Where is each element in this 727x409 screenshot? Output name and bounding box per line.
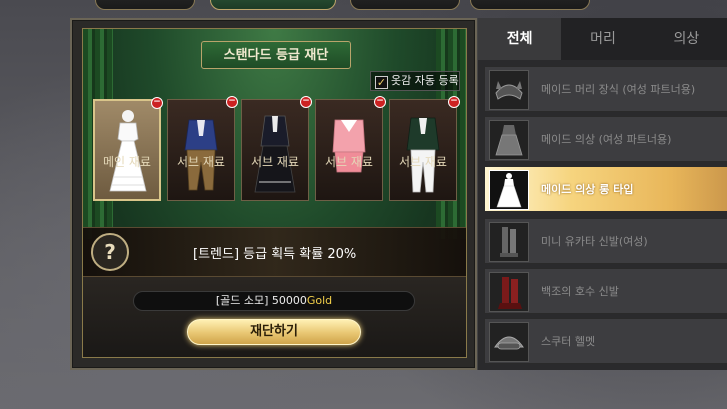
list-item[interactable]: 스쿠터 헬멧 [484, 318, 727, 364]
top-tab-1[interactable] [95, 0, 195, 10]
tab-costume[interactable]: 의상 [644, 18, 727, 60]
material-slot-sub-4[interactable]: − [389, 96, 460, 201]
list-item-name: 메이드 머리 장식 (여성 파트너용) [541, 83, 696, 96]
black-formal-dress-icon [254, 115, 296, 193]
tailoring-panel: 스탠다드 등급 재단 ✓ 옷감 자동 등록 − − − − − 메인 재료 서브… [70, 18, 477, 370]
swan-lake-shoes-icon [489, 272, 529, 312]
material-slot-sub-1[interactable]: − [167, 96, 238, 201]
list-item[interactable]: 미니 유카타 신발(여성) [484, 218, 727, 264]
top-tab-3[interactable] [350, 0, 460, 10]
item-list-panel: 전체 머리 의상 메이드 머리 장식 (여성 파트너용) 메이드 의상 (여성 … [477, 18, 727, 370]
green-suit-outfit-icon [406, 117, 440, 193]
list-item[interactable]: 백조의 호수 신발 [484, 268, 727, 314]
remove-icon[interactable]: − [300, 96, 312, 108]
grade-probability-bar: ? [트렌드] 등급 획득 확률 20% [83, 227, 466, 277]
maid-long-dress-icon [489, 170, 529, 210]
list-item[interactable]: 메이드 의상 (여성 파트너용) [484, 116, 727, 162]
list-item-name: 메이드 의상 롱 타입 [541, 183, 634, 196]
panel-title: 스탠다드 등급 재단 [201, 41, 351, 69]
slot-label-sub-1: 서브 재료 [177, 155, 225, 169]
gold-cost-display: [골드 소모] 50000Gold [133, 291, 415, 311]
cost-area: [골드 소모] 50000Gold 재단하기 [83, 277, 466, 357]
top-tab-2[interactable] [210, 0, 336, 10]
auto-register-label: 옷감 자동 등록 [391, 74, 459, 87]
material-slots: − − − − − [91, 96, 461, 204]
remove-icon[interactable]: − [151, 97, 163, 109]
auto-register-toggle[interactable]: ✓ 옷감 자동 등록 [370, 71, 460, 91]
slot-label-sub-4: 서브 재료 [399, 155, 447, 169]
maid-dress-white-icon [109, 110, 147, 192]
list-item-name: 백조의 호수 신발 [541, 285, 619, 298]
tab-head[interactable]: 머리 [561, 18, 645, 60]
gold-cost-label: [골드 소모] 50000 [215, 294, 307, 307]
tab-all[interactable]: 전체 [478, 18, 562, 60]
maid-outfit-icon [489, 120, 529, 160]
tailor-button[interactable]: 재단하기 [187, 319, 361, 345]
list-item-name: 미니 유카타 신발(여성) [541, 235, 648, 248]
remove-icon[interactable]: − [226, 96, 238, 108]
material-slot-sub-3[interactable]: − [315, 96, 386, 201]
slot-label-sub-3: 서브 재료 [325, 155, 373, 169]
blue-jacket-outfit-icon [184, 119, 218, 191]
remove-icon[interactable]: − [374, 96, 386, 108]
yukata-shoes-icon [489, 222, 529, 262]
material-slot-sub-2[interactable]: − [241, 96, 312, 201]
grade-probability-text: [트렌드] 등급 획득 확률 20% [193, 247, 357, 262]
slot-label-main: 메인 재료 [103, 155, 151, 169]
gold-unit: Gold [306, 294, 333, 307]
scooter-helmet-icon [489, 322, 529, 362]
list-item-name: 스쿠터 헬멧 [541, 335, 596, 348]
category-tabs: 전체 머리 의상 [478, 18, 727, 60]
help-question-icon[interactable]: ? [91, 233, 129, 271]
remove-icon[interactable]: − [448, 96, 460, 108]
list-item-selected[interactable]: 메이드 의상 롱 타입 [484, 166, 727, 212]
list-item[interactable]: 메이드 머리 장식 (여성 파트너용) [484, 66, 727, 112]
top-tab-4[interactable] [470, 0, 590, 10]
pink-sailor-outfit-icon [332, 119, 366, 173]
checkbox-checked-icon[interactable]: ✓ [375, 76, 388, 89]
list-item-name: 메이드 의상 (여성 파트너용) [541, 133, 672, 146]
tailoring-panel-inner: 스탠다드 등급 재단 ✓ 옷감 자동 등록 − − − − − 메인 재료 서브… [82, 28, 467, 358]
maid-headdress-icon [489, 70, 529, 110]
material-slot-main[interactable]: − [93, 97, 163, 201]
slot-label-sub-2: 서브 재료 [251, 155, 299, 169]
